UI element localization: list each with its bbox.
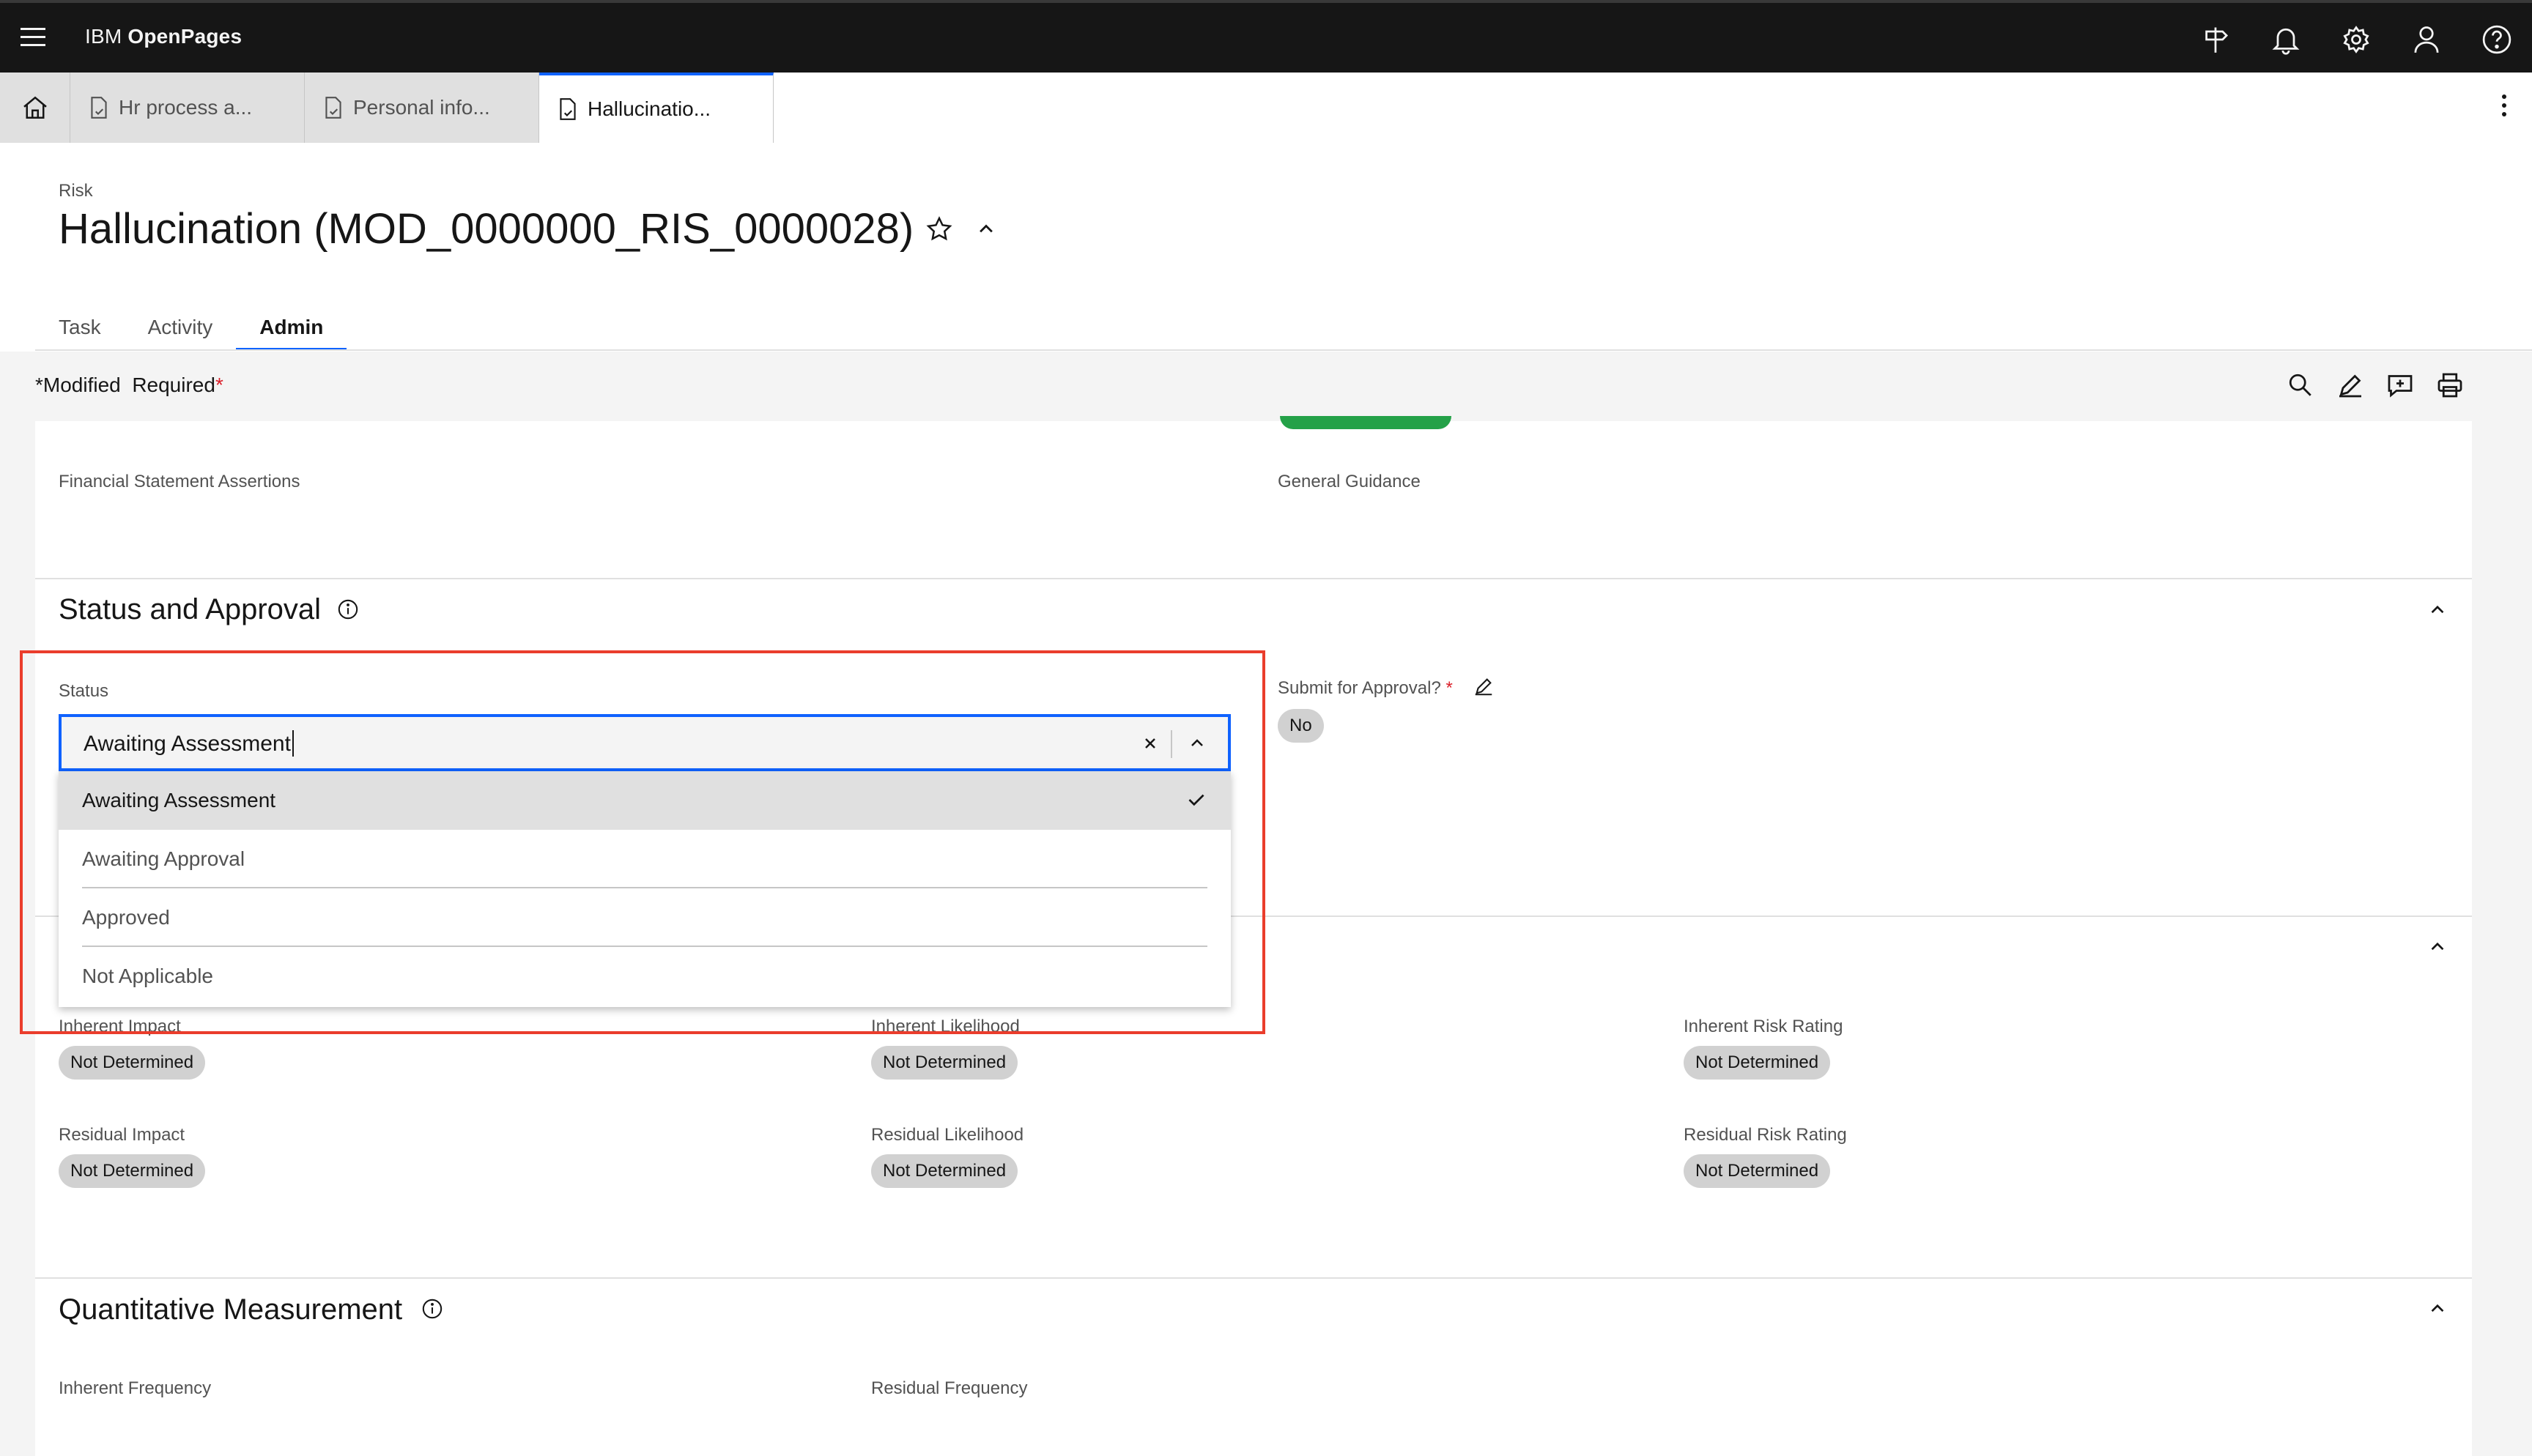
tab-hallucination[interactable]: Hallucinatio... [539, 73, 774, 143]
inherent-risk-rating-label: Inherent Risk Rating [1684, 1017, 1843, 1036]
tab-task[interactable]: Task [35, 305, 125, 351]
bell-icon[interactable] [2270, 23, 2302, 56]
user-icon[interactable] [2410, 23, 2443, 56]
edit-pencil-icon[interactable] [1473, 675, 1495, 697]
document-icon [325, 97, 341, 119]
gear-icon[interactable] [2340, 23, 2372, 56]
modified-mark: * [35, 374, 43, 396]
section-divider [35, 578, 2472, 579]
required-mark: * [1445, 678, 1453, 698]
document-icon [560, 98, 576, 120]
document-icon [91, 97, 107, 119]
page-header: Risk Hallucination (MOD_0000000_RIS_0000… [0, 143, 2532, 352]
collapse-header-chevron-icon[interactable] [973, 216, 999, 242]
info-icon[interactable] [421, 1298, 443, 1320]
tab-label: Personal info... [353, 96, 490, 119]
section-divider [35, 1277, 2472, 1279]
tab-personal-info[interactable]: Personal info... [305, 73, 539, 143]
search-icon[interactable] [2286, 371, 2315, 400]
edit-icon[interactable] [2336, 371, 2365, 400]
help-icon[interactable] [2481, 23, 2513, 56]
home-tab[interactable] [0, 73, 70, 143]
record-tabs: Task Activity Admin [35, 305, 347, 351]
submit-for-approval-label: Submit for Approval? * [1278, 678, 1453, 699]
financial-statement-assertions-label: Financial Statement Assertions [59, 472, 300, 491]
info-icon[interactable] [337, 598, 359, 620]
inherent-risk-rating-tag: Not Determined [1684, 1046, 1831, 1080]
general-guidance-label: General Guidance [1278, 472, 1421, 491]
signpost-icon[interactable] [2199, 23, 2232, 56]
star-icon[interactable] [925, 215, 954, 244]
status-indicator-pill [1280, 416, 1451, 429]
highlight-box [20, 650, 1265, 1034]
hamburger-menu-icon[interactable] [21, 28, 50, 48]
top-nav-bar: IBM OpenPages [0, 0, 2532, 73]
breadcrumb[interactable]: Risk [59, 181, 93, 201]
brand-name: OpenPages [127, 25, 243, 48]
inherent-impact-tag: Not Determined [59, 1046, 206, 1080]
residual-impact-tag: Not Determined [59, 1154, 206, 1188]
submit-for-approval-text: Submit for Approval? [1278, 678, 1441, 698]
residual-likelihood-label: Residual Likelihood [871, 1125, 1024, 1145]
print-icon[interactable] [2435, 371, 2465, 400]
inherent-frequency-label: Inherent Frequency [59, 1378, 212, 1398]
inherent-likelihood-tag: Not Determined [871, 1046, 1018, 1080]
residual-likelihood-tag: Not Determined [871, 1154, 1018, 1188]
tabs-divider [35, 349, 2532, 351]
residual-risk-rating-tag: Not Determined [1684, 1154, 1831, 1188]
home-icon [23, 96, 47, 119]
brand-prefix: IBM [85, 25, 122, 48]
page-title: Hallucination (MOD_0000000_RIS_0000028) [59, 205, 914, 253]
brand-logo[interactable]: IBM OpenPages [85, 25, 242, 48]
residual-frequency-label: Residual Frequency [871, 1378, 1028, 1398]
required-mark: * [215, 374, 223, 396]
tab-label: Hr process a... [119, 96, 253, 119]
required-label: Required [132, 374, 215, 396]
status-approval-title: Status and Approval [59, 593, 322, 625]
quantitative-measurement-title: Quantitative Measurement [59, 1293, 403, 1326]
residual-impact-label: Residual Impact [59, 1125, 185, 1145]
tab-admin[interactable]: Admin [236, 305, 347, 351]
submit-approval-value-tag: No [1278, 709, 1324, 743]
legend-row: *Modified Required* [35, 374, 223, 397]
collapse-section-chevron-icon[interactable] [2425, 1296, 2450, 1321]
collapse-section-chevron-icon[interactable] [2425, 598, 2450, 623]
open-documents-tabs: Hr process a... Personal info... Halluci… [0, 73, 2532, 143]
overflow-menu-icon[interactable] [2498, 94, 2510, 121]
tab-hr-process[interactable]: Hr process a... [70, 73, 305, 143]
residual-risk-rating-label: Residual Risk Rating [1684, 1125, 1847, 1145]
add-comment-icon[interactable] [2385, 371, 2415, 400]
modified-label: Modified [42, 374, 121, 396]
tab-label: Hallucinatio... [588, 97, 711, 120]
collapse-section-chevron-icon[interactable] [2425, 935, 2450, 959]
tab-activity[interactable]: Activity [125, 305, 237, 351]
